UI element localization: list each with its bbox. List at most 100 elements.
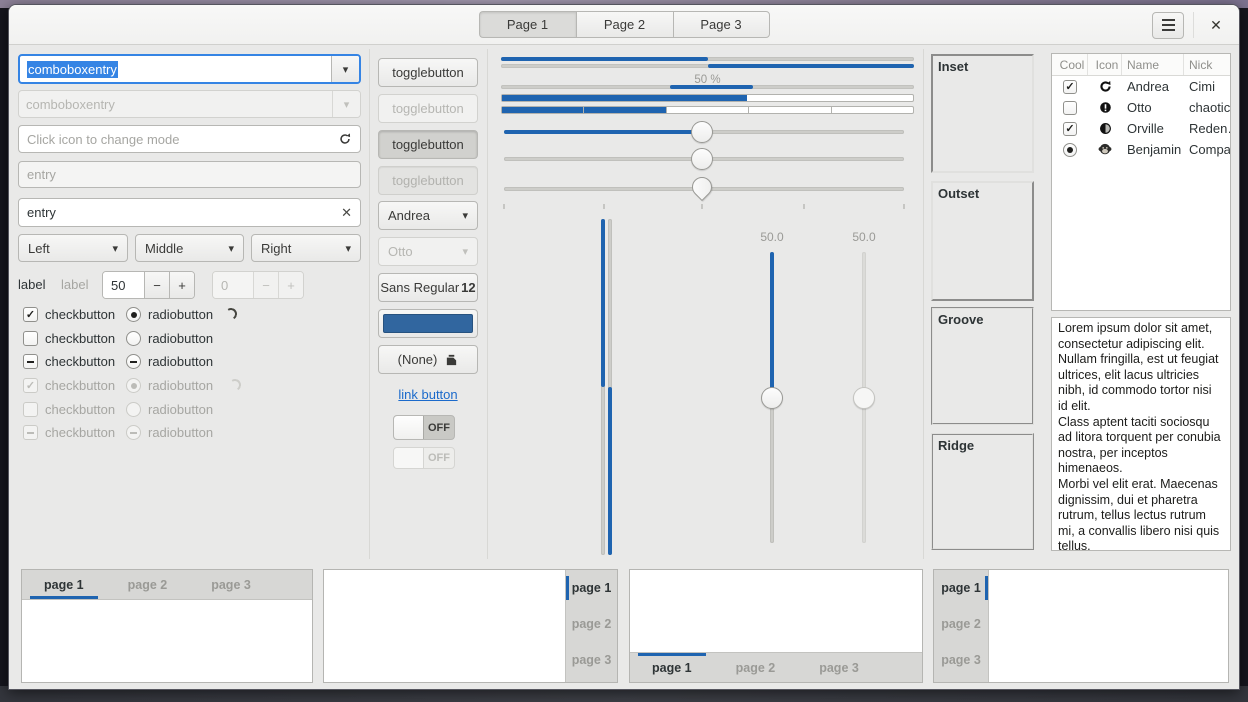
column-header-nick[interactable]: Nick	[1184, 54, 1230, 75]
vscale-disabled-value-label: 50.0	[852, 230, 875, 244]
color-swatch	[383, 314, 473, 333]
treeview[interactable]: Cool Icon Name Nick ✓ Andrea Cimi Otto c…	[1051, 53, 1231, 311]
tab-page-3[interactable]: Page 3	[673, 11, 770, 38]
textview[interactable]: Lorem ipsum dolor sit amet, consectetur …	[1051, 317, 1231, 551]
notebook-tabs-top: page 1 page 2 page 3	[21, 569, 313, 683]
combobox-right[interactable]: Right ▾	[251, 234, 361, 262]
combobox-entry[interactable]: comboboxentry ▾	[18, 54, 361, 84]
radiobutton-indeterminate-disabled: radiobutton	[126, 425, 213, 440]
selected-text: comboboxentry	[27, 61, 118, 78]
hscale-filled[interactable]	[504, 121, 904, 143]
tab-page-3[interactable]: page 3	[566, 642, 617, 678]
radio-unselected-icon[interactable]	[126, 331, 141, 346]
close-button[interactable]: ✕	[1203, 12, 1229, 39]
chevron-down-icon: ▾	[344, 98, 350, 111]
switch-handle[interactable]	[394, 416, 424, 439]
radiobutton-selected[interactable]: radiobutton	[126, 307, 213, 322]
tab-page-2[interactable]: page 2	[106, 570, 190, 599]
hamburger-icon	[1162, 19, 1175, 21]
link-button[interactable]: link button	[398, 387, 457, 402]
slider-handle[interactable]	[691, 121, 713, 143]
checkbutton-indeterminate[interactable]: checkbutton	[23, 354, 115, 369]
checkbutton-unchecked[interactable]: checkbutton	[23, 331, 115, 346]
tab-page-3[interactable]: page 3	[797, 653, 881, 682]
mode-entry[interactable]: Click icon to change mode	[18, 125, 361, 153]
document-icon	[445, 353, 458, 366]
checkbox-unchecked-icon[interactable]	[23, 331, 38, 346]
hscale-with-marks[interactable]	[504, 178, 904, 212]
tab-page-1[interactable]: page 1	[566, 570, 617, 606]
label: label	[18, 277, 45, 292]
tab-page-1[interactable]: Page 1	[479, 11, 576, 38]
page-switcher: Page 1 Page 2 Page 3	[479, 11, 770, 38]
titlebar-separator	[1193, 12, 1194, 38]
combobox-left[interactable]: Left ▾	[18, 234, 128, 262]
monkey-icon	[1088, 143, 1122, 156]
chevron-down-icon: ▾	[228, 242, 234, 255]
tab-page-3[interactable]: page 3	[189, 570, 273, 599]
close-icon: ✕	[1210, 17, 1222, 34]
table-row[interactable]: Benjamin Compa…	[1052, 139, 1230, 160]
tab-page-3[interactable]: page 3	[934, 642, 988, 678]
widget-factory-window: Page 1 Page 2 Page 3 ✕ comboboxentry ▾ c…	[8, 4, 1240, 690]
tab-page-2[interactable]: page 2	[714, 653, 798, 682]
frame-inset: Inset	[931, 54, 1034, 173]
checkbox-indeterminate-icon[interactable]	[23, 354, 38, 369]
slider-pin-handle[interactable]	[688, 173, 716, 201]
tab-page-1[interactable]: page 1	[934, 570, 988, 606]
tab-page-2[interactable]: page 2	[934, 606, 988, 642]
color-button[interactable]	[378, 309, 478, 338]
spin-value[interactable]: 50	[103, 272, 144, 298]
radiobutton-indeterminate[interactable]: radiobutton	[126, 354, 213, 369]
hamburger-menu-button[interactable]	[1152, 12, 1184, 39]
titlebar: Page 1 Page 2 Page 3 ✕	[9, 5, 1239, 45]
togglebutton-active[interactable]: togglebutton	[378, 130, 478, 159]
spin-minus-button[interactable]: −	[144, 272, 169, 298]
textview-paragraph: Morbi vel elit erat. Maecenas dignissim,…	[1058, 477, 1224, 551]
checkbox-checked-icon[interactable]: ✓	[1063, 122, 1077, 136]
slider-handle[interactable]	[761, 387, 783, 409]
checkbox-checked-icon[interactable]: ✓	[1063, 80, 1077, 94]
column-header-cool[interactable]: Cool	[1052, 54, 1088, 75]
hscale-plain[interactable]	[504, 148, 904, 170]
table-row[interactable]: Otto chaotic	[1052, 97, 1230, 118]
clear-icon[interactable]: ✕	[341, 205, 352, 221]
spin-plus-button[interactable]: +	[169, 272, 194, 298]
column-header-icon[interactable]: Icon	[1088, 54, 1122, 75]
name-combobox[interactable]: Andrea ▾	[378, 201, 478, 230]
vertical-progressbar	[601, 219, 605, 555]
vscale-filled[interactable]	[761, 252, 783, 543]
textview-paragraph: Class aptent taciti sociosqu ad litora t…	[1058, 415, 1224, 477]
tab-page-2[interactable]: page 2	[566, 606, 617, 642]
radiobutton-unselected[interactable]: radiobutton	[126, 331, 213, 346]
notebook-tabs-bottom: page 1 page 2 page 3	[629, 569, 923, 683]
checkbutton-checked-disabled: ✓checkbutton	[23, 378, 115, 393]
checkbox-checked-icon[interactable]: ✓	[23, 307, 38, 322]
slider-handle[interactable]	[691, 148, 713, 170]
combobox-middle[interactable]: Middle ▾	[135, 234, 244, 262]
vscale-disabled	[853, 252, 875, 543]
table-row[interactable]: ✓ Andrea Cimi	[1052, 76, 1230, 97]
radio-selected-icon[interactable]	[1063, 143, 1077, 157]
font-button[interactable]: Sans Regular 12	[378, 273, 478, 302]
spinner-icon	[225, 308, 237, 320]
column-header-name[interactable]: Name	[1122, 54, 1184, 75]
name-combobox-disabled: Otto ▾	[378, 237, 478, 266]
table-row[interactable]: ✓ Orville Reden…	[1052, 118, 1230, 139]
column-separator	[369, 49, 370, 559]
togglebutton[interactable]: togglebutton	[378, 58, 478, 87]
checkbox-unchecked-icon[interactable]	[1063, 101, 1077, 115]
switch-off[interactable]: OFF	[393, 415, 455, 440]
combobox-dropdown-button[interactable]: ▾	[331, 56, 359, 82]
tab-page-1[interactable]: page 1	[22, 570, 106, 599]
radio-selected-icon[interactable]	[126, 307, 141, 322]
entry[interactable]: entry ✕	[18, 198, 361, 227]
radio-indeterminate-icon[interactable]	[126, 354, 141, 369]
file-chooser-button[interactable]: (None)	[378, 345, 478, 374]
checkbutton-checked[interactable]: ✓checkbutton	[23, 307, 115, 322]
spinbutton[interactable]: 50 − +	[102, 271, 195, 299]
progressbar-pulse	[501, 85, 914, 89]
refresh-icon[interactable]	[338, 132, 352, 146]
tab-page-1[interactable]: page 1	[630, 653, 714, 682]
tab-page-2[interactable]: Page 2	[576, 11, 673, 38]
